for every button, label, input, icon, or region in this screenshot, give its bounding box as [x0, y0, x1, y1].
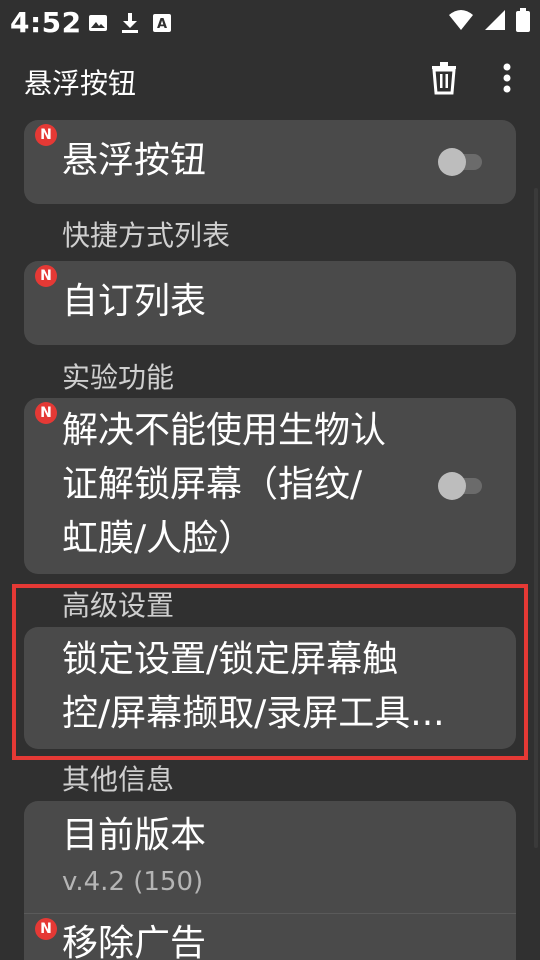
- status-time: 4:52: [10, 6, 82, 39]
- delete-button[interactable]: [426, 60, 462, 96]
- toggle-thumb: [438, 472, 466, 500]
- new-badge: N: [35, 402, 57, 424]
- biometric-line-2: 证解锁屏幕（指纹/: [62, 464, 363, 505]
- experimental-header: 实验功能: [62, 361, 175, 394]
- custom-list-label: 自订列表: [62, 281, 207, 322]
- new-badge: N: [35, 265, 57, 287]
- app-bar: 悬浮按钮: [0, 52, 540, 108]
- divider: [24, 913, 516, 914]
- trash-icon: [432, 62, 456, 95]
- svg-text:A: A: [157, 17, 167, 32]
- custom-list-card[interactable]: 自订列表: [24, 261, 516, 345]
- biometric-toggle[interactable]: [438, 472, 484, 500]
- shortcut-list-header: 快捷方式列表: [62, 219, 231, 252]
- image-icon: [89, 15, 107, 31]
- notification-icons: A: [88, 12, 172, 34]
- other-info-header: 其他信息: [62, 763, 175, 796]
- signal-icon: [485, 10, 505, 30]
- download-icon: [122, 13, 138, 33]
- biometric-line-3: 虹膜/人脸）: [62, 518, 255, 559]
- battery-icon: [516, 8, 530, 32]
- floating-button-card[interactable]: 悬浮按钮: [24, 120, 516, 204]
- more-vert-icon: [503, 63, 511, 93]
- toggle-thumb: [438, 148, 466, 176]
- settings-list[interactable]: 悬浮按钮 N 快捷方式列表 自订列表 N 实验功能 解决不能使用生物认 证解锁屏…: [0, 108, 540, 960]
- page-title: 悬浮按钮: [24, 67, 137, 100]
- status-bar: 4:52 A: [0, 0, 540, 48]
- version-label: 目前版本: [62, 815, 207, 856]
- new-badge: N: [35, 918, 57, 940]
- floating-button-toggle[interactable]: [438, 148, 484, 176]
- version-value: v.4.2 (150): [62, 867, 204, 897]
- scrollbar-track[interactable]: [534, 188, 538, 848]
- system-icons: [448, 8, 530, 32]
- highlight-box: [12, 584, 528, 760]
- a-icon: A: [153, 14, 171, 32]
- new-badge: N: [35, 124, 57, 146]
- biometric-fix-card[interactable]: 解决不能使用生物认 证解锁屏幕（指纹/ 虹膜/人脸）: [24, 398, 516, 574]
- wifi-icon: [449, 10, 473, 30]
- biometric-line-1: 解决不能使用生物认: [62, 410, 387, 451]
- more-options-button[interactable]: [495, 60, 519, 96]
- remove-ads-label[interactable]: 移除广告: [62, 917, 206, 960]
- floating-button-label: 悬浮按钮: [62, 140, 207, 181]
- info-card[interactable]: 目前版本 v.4.2 (150) 移除广告: [24, 801, 516, 960]
